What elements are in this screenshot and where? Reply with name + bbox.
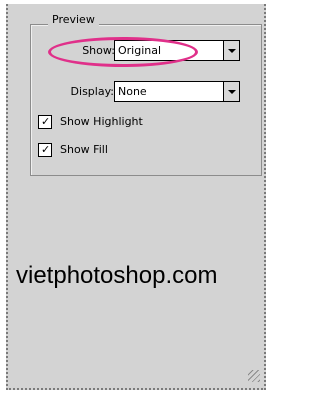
display-select-value: None [118, 85, 147, 98]
chevron-down-icon[interactable] [223, 82, 239, 101]
display-select[interactable]: None [114, 81, 240, 102]
resize-grip-icon[interactable] [248, 370, 260, 382]
preview-panel: Preview Show: Original Display: None ✓ S… [6, 4, 266, 390]
display-label: Display: [70, 85, 114, 98]
show-fill-label: Show Fill [60, 143, 108, 156]
chevron-down-icon[interactable] [223, 41, 239, 60]
show-label: Show: [82, 44, 115, 57]
show-select-value: Original [118, 44, 162, 57]
show-highlight-label: Show Highlight [60, 115, 143, 128]
checkmark-icon: ✓ [41, 143, 51, 156]
show-select[interactable]: Original [114, 40, 240, 61]
watermark-text: vietphotoshop.com [16, 262, 218, 289]
checkmark-icon: ✓ [41, 115, 51, 128]
show-highlight-checkbox[interactable]: ✓ [38, 115, 52, 129]
show-fill-checkbox[interactable]: ✓ [38, 143, 52, 157]
preview-group-title: Preview [48, 13, 99, 26]
